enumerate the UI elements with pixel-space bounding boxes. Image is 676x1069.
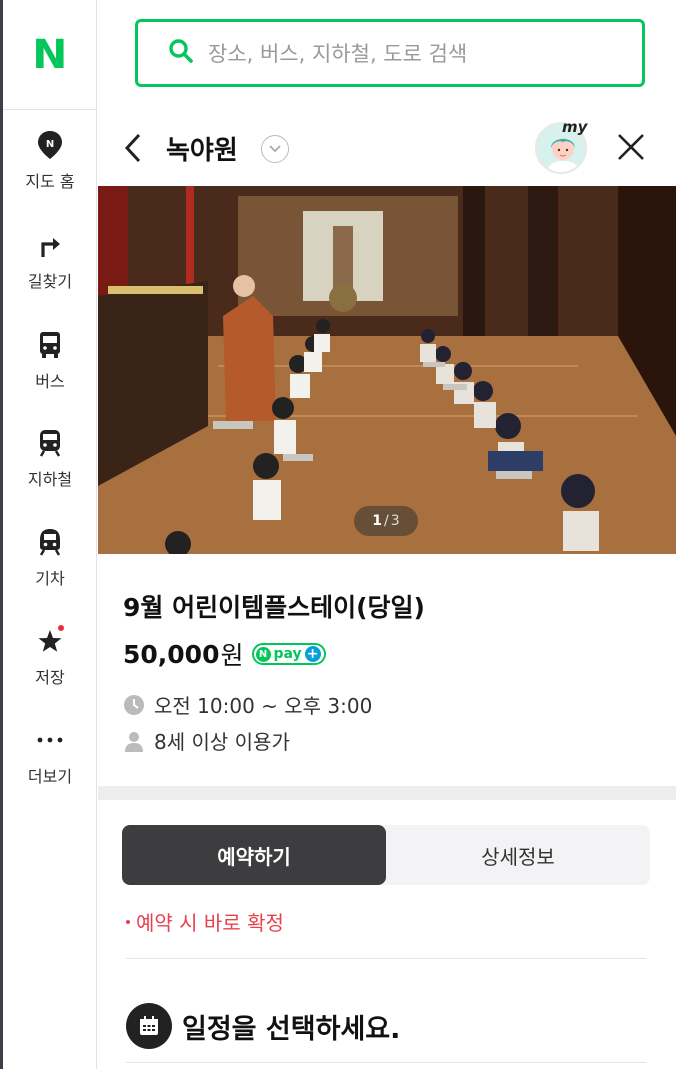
sidebar-item-bus[interactable]: 버스 — [3, 330, 97, 392]
price-unit: 원 — [220, 641, 244, 670]
naver-logo[interactable]: N — [32, 32, 67, 78]
photo-counter-total: 3 — [390, 513, 400, 529]
sidebar-item-map-home[interactable]: N 지도 홈 — [3, 130, 97, 192]
search-input[interactable]: 장소, 버스, 지하철, 도로 검색 — [208, 38, 467, 68]
sidebar-item-label: 저장 — [35, 668, 65, 687]
schedule-header: 일정을 선택하세요. — [126, 1003, 400, 1049]
notification-dot — [58, 625, 64, 631]
program-info: 9월 어린이템플스테이(당일) 50,000 원 N pay + 오전 10:0… — [98, 554, 676, 786]
sidebar-item-label: 지하철 — [27, 470, 73, 489]
sidebar-item-label: 더보기 — [27, 767, 73, 786]
photo-counter: 1 / 3 — [354, 506, 418, 536]
tab-details[interactable]: 상세정보 — [386, 825, 650, 885]
confirmation-notice: 예약 시 바로 확정 — [126, 907, 284, 936]
photo-counter-current: 1 — [372, 513, 383, 529]
program-title: 9월 어린이템플스테이(당일) — [123, 593, 425, 622]
subway-icon — [36, 428, 64, 458]
program-age: 8세 이상 이용가 — [154, 730, 290, 754]
npay-label: pay — [273, 646, 302, 662]
search-bar[interactable]: 장소, 버스, 지하철, 도로 검색 — [135, 19, 645, 87]
temple-photo-image — [98, 186, 676, 554]
plus-icon: + — [304, 646, 321, 662]
close-icon[interactable] — [616, 132, 646, 166]
notice-text: 예약 시 바로 확정 — [136, 911, 284, 935]
search-icon[interactable] — [168, 38, 194, 68]
chevron-down-icon[interactable] — [261, 135, 289, 163]
photo-counter-separator: / — [384, 513, 389, 529]
section-divider — [98, 786, 676, 800]
npay-badge: N pay + — [251, 643, 326, 665]
place-photo[interactable]: 1 / 3 — [98, 186, 676, 554]
time-row: 오전 10:00 ~ 오후 3:00 — [123, 690, 372, 719]
clock-icon — [123, 694, 145, 716]
npay-n-icon: N — [255, 646, 271, 662]
bus-icon — [36, 330, 64, 360]
train-icon — [36, 527, 64, 557]
logo-area[interactable]: N — [3, 0, 96, 110]
divider — [126, 1062, 646, 1063]
panel-header: 녹야원 my — [98, 110, 676, 186]
sidebar-item-saved[interactable]: 저장 — [3, 625, 97, 688]
divider — [126, 958, 646, 959]
age-row: 8세 이상 이용가 — [123, 726, 290, 755]
schedule-title: 일정을 선택하세요. — [182, 1013, 401, 1045]
map-pin-icon: N — [36, 130, 64, 160]
sidebar-item-train[interactable]: 기차 — [3, 527, 97, 589]
sidebar-item-directions[interactable]: 길찾기 — [3, 230, 97, 292]
svg-text:N: N — [46, 139, 54, 150]
person-icon — [123, 730, 145, 752]
star-icon — [36, 625, 64, 656]
tab-reserve[interactable]: 예약하기 — [122, 825, 386, 885]
sidebar-item-label: 지도 홈 — [25, 172, 75, 191]
program-time: 오전 10:00 ~ 오후 3:00 — [154, 694, 373, 718]
sidebar-item-label: 버스 — [35, 372, 65, 391]
more-dots-icon — [36, 725, 64, 755]
calendar-icon — [126, 1003, 172, 1049]
my-badge: my — [562, 118, 588, 136]
sidebar-item-label: 기차 — [35, 569, 65, 588]
tab-bar: 예약하기 상세정보 — [122, 825, 650, 885]
sidebar-item-more[interactable]: 더보기 — [3, 725, 97, 787]
price-value: 50,000 — [123, 639, 220, 669]
sidebar-item-label: 길찾기 — [27, 272, 73, 291]
bullet-dot — [126, 919, 130, 924]
sidebar-item-subway[interactable]: 지하철 — [3, 428, 97, 490]
price-row: 50,000 원 N pay + — [123, 636, 326, 672]
back-icon[interactable] — [122, 132, 144, 168]
turn-arrow-icon — [36, 230, 64, 260]
page-title: 녹야원 — [166, 136, 238, 166]
sidebar: N N 지도 홈 길찾기 버스 지하철 기차 저장 더보기 — [3, 0, 97, 1069]
